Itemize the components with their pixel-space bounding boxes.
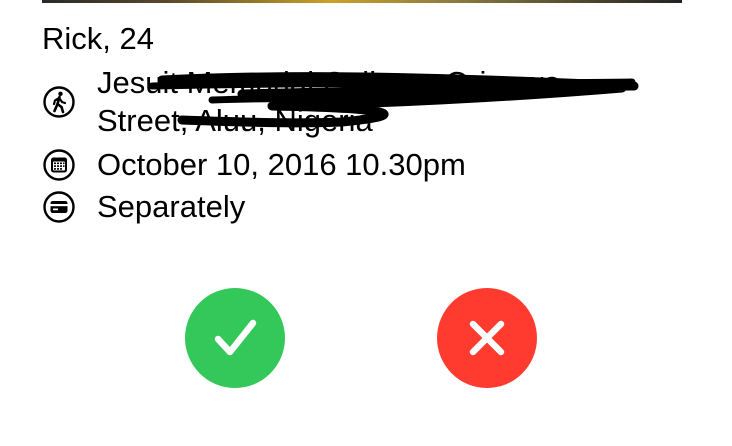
location-row: Jesuit Memorial College, Orianwo Street,… <box>42 64 642 140</box>
profile-photo-edge <box>42 0 682 3</box>
datetime-text: October 10, 2016 10.30pm <box>97 147 466 182</box>
accept-button[interactable] <box>185 288 285 388</box>
datetime-row: October 10, 2016 10.30pm <box>42 146 466 184</box>
checkmark-icon <box>214 319 257 356</box>
payment-row: Separately <box>42 188 245 226</box>
card-icon <box>43 191 75 223</box>
payment-text: Separately <box>97 189 246 224</box>
location-text: Jesuit Memorial College, Orianwo Street,… <box>97 65 561 138</box>
decline-button[interactable] <box>437 288 537 388</box>
walking-person-icon <box>43 86 75 118</box>
close-icon <box>469 320 505 356</box>
calendar-icon <box>43 149 75 181</box>
profile-name-age: Rick, 24 <box>42 21 154 56</box>
